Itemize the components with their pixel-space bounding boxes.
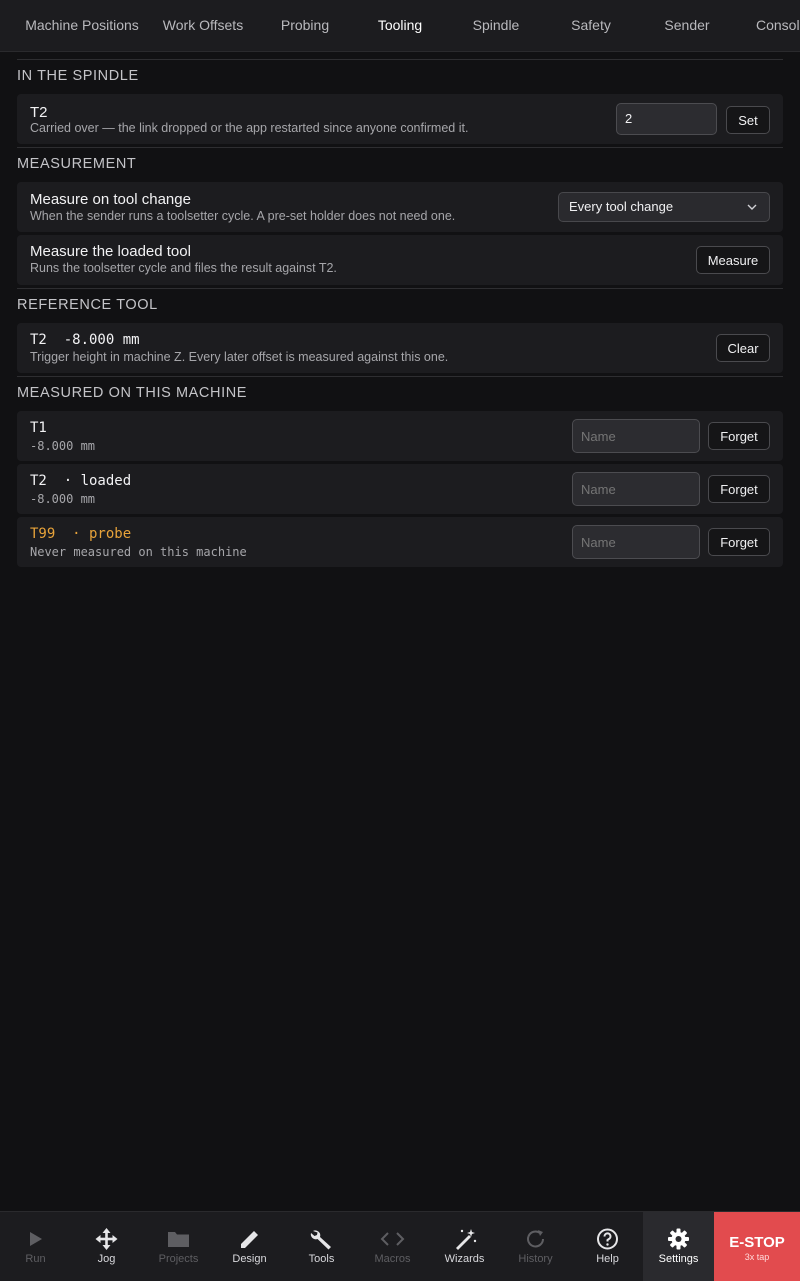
measured-tool-row: T1 -8.000 mm Forget [17, 411, 783, 461]
nav-projects[interactable]: Projects [143, 1212, 214, 1281]
tab-safety[interactable]: Safety [560, 0, 622, 51]
measured-tool-offset: Never measured on this machine [30, 545, 247, 559]
nav-help-label: Help [596, 1253, 619, 1265]
nav-design-label: Design [232, 1253, 267, 1265]
tab-tooling[interactable]: Tooling [365, 0, 435, 51]
spindle-tool-label: T2 [30, 104, 48, 121]
folder-icon [168, 1232, 189, 1247]
nav-settings-label: Settings [658, 1253, 699, 1265]
tool-name-input[interactable] [572, 525, 700, 559]
forget-tool-button[interactable]: Forget [708, 528, 770, 556]
measure-loaded-card: Measure the loaded tool Runs the toolset… [17, 235, 783, 285]
measure-on-change-card: Measure on tool change When the sender r… [17, 182, 783, 232]
tab-machine-positions[interactable]: Machine Positions [22, 0, 142, 51]
measure-on-change-value: Every tool change [569, 199, 674, 214]
set-tool-button[interactable]: Set [726, 106, 770, 134]
estop-hint: 3x tap [744, 1252, 770, 1262]
tooling-settings: IN THE SPINDLE T2 Carried over — the lin… [17, 59, 783, 570]
nav-wizards-label: Wizards [444, 1253, 485, 1265]
measured-tool-row: T99 · probe Never measured on this machi… [17, 517, 783, 567]
chevron-down-icon [747, 204, 757, 210]
measure-on-change-description: When the sender runs a toolsetter cycle.… [30, 209, 456, 223]
play-icon [30, 1232, 42, 1246]
nav-wizards[interactable]: Wizards [429, 1212, 500, 1281]
measure-on-change-select[interactable]: Every tool change [558, 192, 770, 222]
nav-design[interactable]: Design [214, 1212, 285, 1281]
reference-tool-description: Trigger height in machine Z. Every later… [30, 350, 449, 364]
measured-tool-row: T2 · loaded -8.000 mm Forget [17, 464, 783, 514]
clear-reference-button[interactable]: Clear [716, 334, 770, 362]
tab-sender[interactable]: Sender [656, 0, 718, 51]
nav-macros[interactable]: Macros [357, 1212, 428, 1281]
measured-tool-title: T1 [30, 420, 47, 436]
estop-button[interactable]: E-STOP 3x tap [714, 1212, 800, 1281]
nav-jog[interactable]: Jog [71, 1212, 142, 1281]
section-heading-in-spindle: IN THE SPINDLE [17, 59, 783, 93]
code-icon [380, 1232, 405, 1246]
refresh-icon [527, 1230, 544, 1248]
tool-name-input[interactable] [572, 419, 700, 453]
reference-tool-value: T2 -8.000 mm [30, 332, 140, 348]
nav-history[interactable]: History [500, 1212, 571, 1281]
spindle-tool-card: T2 Carried over — the link dropped or th… [17, 94, 783, 144]
measured-tool-title: T99 · probe [30, 526, 132, 542]
gear-icon [668, 1228, 689, 1250]
nav-macros-label: Macros [374, 1253, 411, 1265]
measured-tool-title: T2 · loaded [30, 473, 132, 489]
wrench-icon [310, 1230, 331, 1250]
nav-settings[interactable]: Settings [643, 1212, 714, 1281]
move-arrows-icon [95, 1228, 118, 1250]
measured-tool-offset: -8.000 mm [30, 492, 96, 506]
forget-tool-button[interactable]: Forget [708, 475, 770, 503]
measure-loaded-title: Measure the loaded tool [30, 243, 191, 260]
tab-probing[interactable]: Probing [270, 0, 340, 51]
estop-label: E-STOP [729, 1234, 785, 1251]
measure-loaded-description: Runs the toolsetter cycle and files the … [30, 261, 337, 275]
spindle-tool-number-input[interactable]: 2 [616, 103, 717, 135]
nav-run[interactable]: Run [0, 1212, 71, 1281]
nav-tools-label: Tools [308, 1253, 335, 1265]
measure-on-change-title: Measure on tool change [30, 191, 191, 208]
forget-tool-button[interactable]: Forget [708, 422, 770, 450]
nav-run-label: Run [25, 1253, 46, 1265]
top-tab-bar: Machine Positions Work Offsets Probing T… [0, 0, 800, 52]
section-heading-reference-tool: REFERENCE TOOL [17, 288, 783, 322]
tab-spindle[interactable]: Spindle [462, 0, 530, 51]
pencil-icon [241, 1231, 258, 1248]
magic-wand-icon [456, 1229, 477, 1250]
tab-work-offsets[interactable]: Work Offsets [158, 0, 248, 51]
nav-tools[interactable]: Tools [286, 1212, 357, 1281]
nav-history-label: History [518, 1253, 553, 1265]
nav-jog-label: Jog [97, 1253, 116, 1265]
reference-tool-card: T2 -8.000 mm Trigger height in machine Z… [17, 323, 783, 373]
nav-projects-label: Projects [158, 1253, 199, 1265]
section-heading-measurement: MEASUREMENT [17, 147, 783, 181]
spindle-tool-note: Carried over — the link dropped or the a… [30, 121, 469, 135]
section-heading-measured: MEASURED ON THIS MACHINE [17, 376, 783, 410]
tab-console[interactable]: Console [756, 0, 800, 51]
tool-name-input[interactable] [572, 472, 700, 506]
nav-help[interactable]: Help [572, 1212, 643, 1281]
measured-tool-offset: -8.000 mm [30, 439, 96, 453]
measure-button[interactable]: Measure [696, 246, 770, 274]
bottom-nav-bar: Run Jog Projects Design Tools Macros Wiz… [0, 1211, 800, 1281]
help-circle-icon [597, 1228, 618, 1250]
